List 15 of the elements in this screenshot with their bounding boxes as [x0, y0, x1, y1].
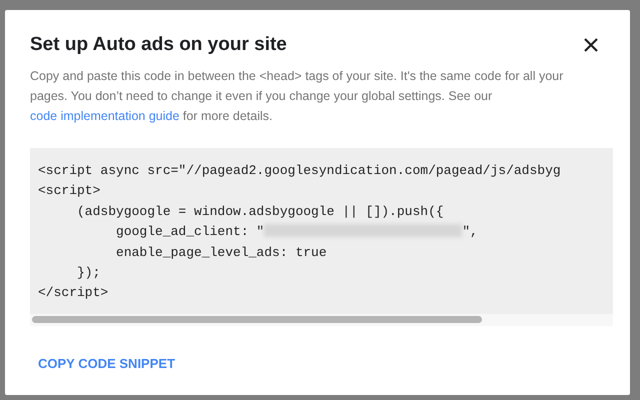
- code-text: <script>: [38, 183, 100, 198]
- copy-code-button[interactable]: COPY CODE SNIPPET: [38, 352, 176, 375]
- close-icon: [583, 37, 599, 53]
- close-button[interactable]: [582, 36, 600, 54]
- dialog-title: Set up Auto ads on your site: [30, 34, 287, 56]
- horizontal-scrollbar[interactable]: [30, 314, 613, 326]
- code-text: google_ad_client: ": [115, 224, 264, 240]
- code-text: </script>: [38, 285, 108, 300]
- code-text: <script async src="//pagead2.googlesyndication.com/pagead/js/adsbyg: [38, 163, 561, 178]
- code-text: ",: [462, 224, 478, 240]
- code-text: (adsbygoogle = window.adsbygoogle || []).push({: [76, 204, 444, 219]
- description-text: Copy and paste this code in between the <head> tags of your site. It's the same code for all your pages. You don’t need to change it even if you change your global settings. See our code implementation guide for more details.: [30, 68, 564, 125]
- code-text: enable_page_level_ads: true: [115, 244, 327, 260]
- code-text: });: [76, 264, 100, 280]
- implementation-guide-link[interactable]: code implementation guide: [30, 109, 180, 123]
